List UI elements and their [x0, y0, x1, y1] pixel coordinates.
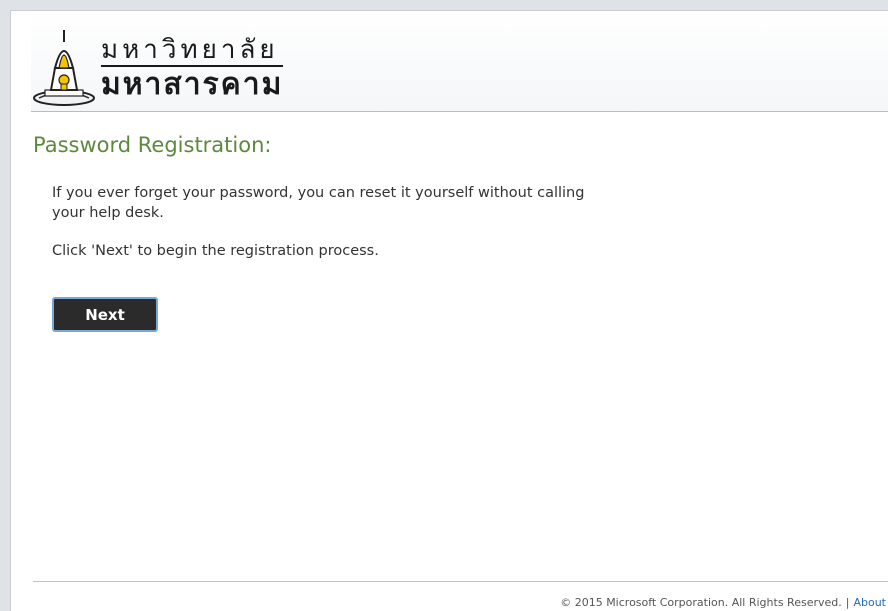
- footer-divider: [33, 581, 888, 582]
- copyright-text: © 2015 Microsoft Corporation. All Rights…: [560, 596, 842, 609]
- footer-separator: |: [845, 596, 850, 609]
- about-link[interactable]: About: [853, 596, 886, 609]
- footer: © 2015 Microsoft Corporation. All Rights…: [560, 596, 886, 609]
- logo-wordmark: มหาวิทยาลัย มหาสารคาม: [101, 37, 284, 102]
- university-logo: มหาวิทยาลัย มหาสารคาม: [31, 27, 327, 109]
- next-button[interactable]: Next: [52, 297, 158, 332]
- page-title: Password Registration:: [33, 133, 272, 157]
- instruction-paragraph-reset: If you ever forget your password, you ca…: [52, 185, 585, 221]
- university-emblem-icon: [33, 30, 95, 106]
- instruction-paragraph-next: Click 'Next' to begin the registration p…: [52, 243, 379, 259]
- instructions: If you ever forget your password, you ca…: [52, 183, 612, 279]
- page-frame: มหาวิทยาลัย มหาสารคาม Password Registrat…: [10, 10, 888, 611]
- logo-text-line2: มหาสารคาม: [101, 66, 284, 102]
- logo-text-line1: มหาวิทยาลัย: [101, 37, 284, 67]
